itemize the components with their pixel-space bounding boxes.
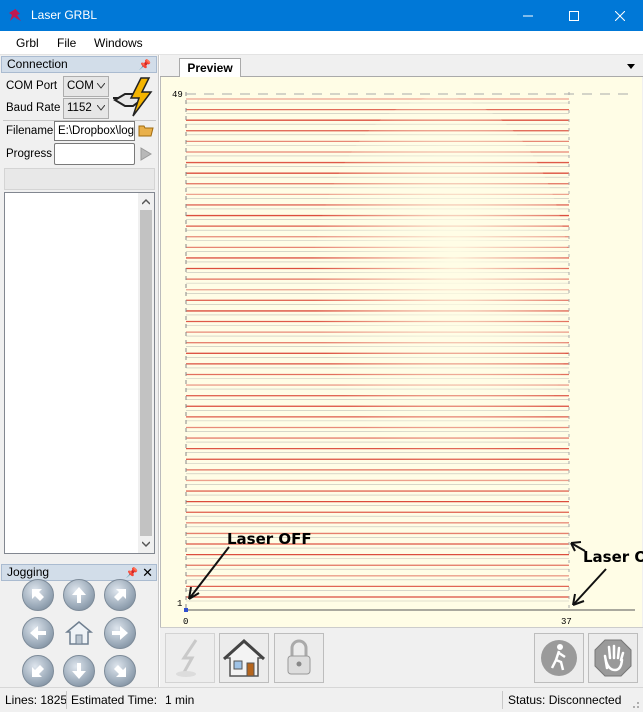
feed-hold-button[interactable] bbox=[534, 633, 584, 683]
title-bar: Laser GRBL bbox=[0, 0, 643, 31]
x-min-label: 0 bbox=[183, 617, 188, 627]
window-title: Laser GRBL bbox=[31, 8, 98, 22]
tab-strip: Preview bbox=[160, 55, 643, 78]
arrow-right-icon bbox=[112, 626, 128, 640]
stop-hand-icon bbox=[594, 639, 632, 677]
connection-header: Connection 📌 bbox=[1, 56, 157, 73]
laser-app-icon bbox=[9, 9, 21, 21]
chevron-down-icon bbox=[97, 83, 105, 89]
stop-button[interactable] bbox=[588, 633, 638, 683]
origin-marker bbox=[184, 608, 188, 612]
com-port-select[interactable]: COM bbox=[63, 76, 109, 97]
log-list[interactable] bbox=[4, 192, 155, 554]
arrow-down-left-icon bbox=[32, 665, 44, 677]
menu-grbl[interactable]: Grbl bbox=[16, 36, 39, 50]
homing-button[interactable] bbox=[219, 633, 269, 683]
status-bar: Lines: 1825 Estimated Time: 1 min Status… bbox=[0, 687, 643, 712]
log-scrollbar[interactable] bbox=[138, 193, 154, 553]
jog-left-button[interactable] bbox=[22, 617, 54, 649]
connection-status: Status: Disconnected bbox=[508, 693, 622, 707]
baud-rate-value: 1152 bbox=[67, 102, 92, 114]
play-icon bbox=[140, 147, 152, 161]
scroll-up-icon[interactable] bbox=[142, 198, 150, 206]
run-button[interactable] bbox=[139, 147, 153, 161]
divider bbox=[502, 691, 503, 709]
folder-icon bbox=[138, 125, 154, 137]
left-panel: Connection 📌 COM Port COM Baud Rate 1152… bbox=[0, 55, 159, 687]
connection-title: Connection bbox=[7, 57, 68, 71]
progress-bar bbox=[54, 143, 135, 165]
y-max-label: 49 bbox=[172, 90, 183, 100]
divider bbox=[66, 691, 67, 709]
arrow-left-icon bbox=[30, 626, 46, 640]
com-port-label: COM Port bbox=[6, 80, 58, 92]
baud-rate-label: Baud Rate bbox=[6, 102, 61, 114]
arrow-up-right-icon bbox=[114, 589, 126, 601]
connect-button[interactable] bbox=[111, 74, 155, 118]
chevron-down-icon[interactable] bbox=[627, 64, 635, 69]
arrow-up-icon bbox=[72, 587, 86, 603]
house-icon bbox=[222, 638, 266, 677]
jog-right-button[interactable] bbox=[104, 617, 136, 649]
com-port-value: COM bbox=[67, 80, 94, 92]
jog-down-button[interactable] bbox=[63, 655, 95, 687]
arrow-up-left-icon bbox=[32, 589, 44, 601]
progress-label: Progress bbox=[6, 148, 53, 160]
plug-lightning-icon bbox=[113, 77, 153, 117]
lock-icon bbox=[287, 639, 311, 675]
filename-label: Filename bbox=[6, 125, 54, 137]
jog-down-right-button[interactable] bbox=[104, 655, 136, 687]
tab-preview[interactable]: Preview bbox=[179, 58, 241, 78]
bottom-toolbar bbox=[160, 627, 643, 687]
chevron-down-icon bbox=[97, 105, 105, 111]
y-min-label: 1 bbox=[177, 599, 182, 609]
laser-beam-icon bbox=[176, 639, 198, 677]
jog-down-left-button[interactable] bbox=[22, 655, 54, 687]
preview-canvas[interactable]: 49 1 0 37 Laser OFF Laser OFF bbox=[160, 77, 643, 627]
image-highlight bbox=[311, 97, 571, 497]
open-file-button[interactable] bbox=[138, 123, 154, 137]
resize-grip-icon[interactable] bbox=[630, 699, 640, 709]
close-icon[interactable]: ✕ bbox=[142, 565, 153, 580]
maximize-button[interactable] bbox=[551, 0, 597, 31]
jog-up-left-button[interactable] bbox=[22, 579, 54, 611]
estimated-time-value: 1 min bbox=[165, 693, 195, 707]
minimize-button[interactable] bbox=[505, 0, 551, 31]
maximize-icon bbox=[569, 10, 579, 21]
minimize-icon bbox=[523, 15, 533, 16]
walking-person-icon bbox=[541, 640, 577, 676]
unlock-button[interactable] bbox=[274, 633, 324, 683]
jog-home-button[interactable] bbox=[63, 617, 95, 649]
pin-icon[interactable]: 📌 bbox=[126, 566, 138, 581]
pin-icon[interactable]: 📌 bbox=[139, 58, 151, 73]
baud-rate-select[interactable]: 1152 bbox=[63, 98, 109, 119]
home-icon bbox=[64, 621, 94, 645]
scroll-down-icon[interactable] bbox=[142, 540, 150, 548]
lines-count: Lines: 1825 bbox=[5, 693, 68, 707]
menu-bar: Grbl File Windows bbox=[0, 31, 643, 55]
filename-value: E:\Dropbox\logl bbox=[58, 125, 135, 137]
x-max-label: 37 bbox=[561, 617, 572, 627]
jogging-title: Jogging bbox=[7, 565, 50, 579]
annotation-laser-off-right: Laser OFF bbox=[583, 548, 643, 566]
toolpath-preview: 49 1 0 37 Laser OFF Laser OFF bbox=[172, 90, 643, 627]
preview-panel: Preview 49 1 0 37 Laser OFF Laser O bbox=[160, 55, 643, 687]
annotation-laser-off-left: Laser OFF bbox=[227, 530, 312, 548]
jog-up-right-button[interactable] bbox=[104, 579, 136, 611]
log-header bbox=[4, 168, 155, 190]
close-window-button[interactable] bbox=[597, 0, 643, 31]
close-icon bbox=[615, 10, 625, 21]
menu-windows[interactable]: Windows bbox=[94, 36, 143, 50]
arrow-down-icon bbox=[72, 663, 86, 679]
estimated-time-label: Estimated Time: bbox=[71, 693, 158, 707]
laser-fire-button[interactable] bbox=[165, 633, 215, 683]
annotation-arrow-right-bottom bbox=[572, 568, 607, 606]
arrow-down-right-icon bbox=[114, 665, 126, 677]
jog-up-button[interactable] bbox=[63, 579, 95, 611]
menu-file[interactable]: File bbox=[57, 36, 76, 50]
scroll-thumb[interactable] bbox=[140, 210, 152, 536]
filename-field[interactable]: E:\Dropbox\logl bbox=[54, 121, 135, 141]
